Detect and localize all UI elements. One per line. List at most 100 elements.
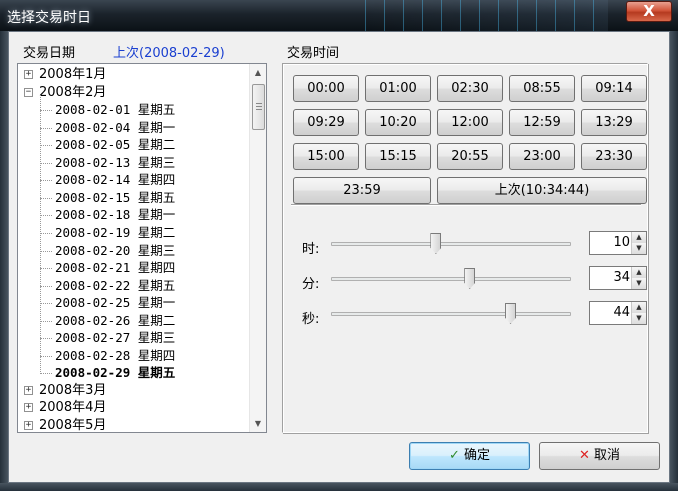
spinner-value[interactable]: 44 [613,305,630,320]
slider-thumb[interactable] [464,268,476,289]
ok-button[interactable]: ✓ 确定 [409,442,530,470]
expander-icon[interactable]: + [24,70,33,79]
tree-connector [40,127,52,129]
expander-icon[interactable]: + [24,385,33,395]
time-preset-button[interactable]: 08:55 [509,75,575,102]
last-time-button[interactable]: 上次(10:34:44) [437,177,647,204]
tree-day-node[interactable]: 2008-02-20 星期三 [18,242,250,260]
expander-icon[interactable]: + [24,421,33,430]
time-preset-button[interactable]: 23:59 [293,177,431,204]
tree-connector [40,285,52,287]
tree-day-node[interactable]: 2008-02-15 星期五 [18,189,250,207]
tree-month-label: 2008年3月 [39,382,107,398]
spinner-value[interactable]: 10 [613,235,630,250]
tree-day-label: 2008-02-21 星期四 [55,260,176,276]
time-preset-button[interactable]: 12:00 [437,109,503,136]
value-spinner[interactable]: 34 ▲ ▼ [589,266,647,290]
expander-icon[interactable]: − [24,87,33,97]
value-spinner[interactable]: 10 ▲ ▼ [589,231,647,255]
cancel-button[interactable]: ✕ 取消 [539,442,660,470]
tree-day-node[interactable]: 2008-02-26 星期二 [18,312,250,330]
tree-month-label: 2008年4月 [39,400,107,416]
background-chart-graphic [358,0,608,31]
time-preset-button[interactable]: 00:00 [293,75,359,102]
time-preset-button[interactable]: 12:59 [509,109,575,136]
tree-day-node[interactable]: 2008-02-01 星期五 [18,101,250,119]
tree-day-label: 2008-02-27 星期三 [55,330,176,346]
tree-day-node[interactable]: 2008-02-28 星期四 [18,347,250,365]
tree-month-label: 2008年5月 [39,418,107,433]
scroll-up-icon[interactable]: ▲ [250,64,266,81]
tree-day-node[interactable]: 2008-02-25 星期一 [18,294,250,312]
spin-up-icon[interactable]: ▲ [632,232,646,243]
trade-time-label: 交易时间 [287,46,340,61]
window-title: 选择交易时日 [7,10,91,26]
time-preset-button[interactable]: 10:20 [365,109,431,136]
time-preset-button[interactable]: 20:55 [437,143,503,170]
time-preset-button[interactable]: 15:00 [293,143,359,170]
tree-connector [40,232,52,234]
tree-day-node[interactable]: 2008-02-29 星期五 [18,364,250,382]
tree-connector [40,180,52,182]
tree-day-node[interactable]: 2008-02-04 星期一 [18,119,250,137]
tree-day-label: 2008-02-29 星期五 [55,365,176,381]
spin-up-icon[interactable]: ▲ [632,267,646,278]
spin-up-icon[interactable]: ▲ [632,302,646,313]
tree-month-node[interactable]: +2008年5月 [18,417,250,433]
window-frame-left [0,31,8,491]
spin-down-icon[interactable]: ▼ [632,313,646,324]
time-preset-button[interactable]: 13:29 [581,109,647,136]
tree-month-node[interactable]: +2008年1月 [18,66,250,84]
time-preset-button[interactable]: 02:30 [437,75,503,102]
time-preset-button[interactable]: 09:14 [581,75,647,102]
tree-connector [40,373,52,375]
slider-thumb[interactable] [430,233,442,254]
time-preset-button[interactable]: 23:30 [581,143,647,170]
panel-separator [291,204,641,206]
slider-track[interactable] [331,312,571,316]
time-panel: 00:00 01:00 02:30 08:55 09:14 09:29 10:20 12:00… [282,63,648,433]
tree-day-label: 2008-02-04 星期一 [55,119,176,135]
tree-connector [40,320,52,322]
time-preset-button[interactable]: 15:15 [365,143,431,170]
tree-day-node[interactable]: 2008-02-14 星期四 [18,171,250,189]
tree-day-label: 2008-02-15 星期五 [55,189,176,205]
spinner-arrows[interactable]: ▲ ▼ [631,302,646,324]
tree-day-node[interactable]: 2008-02-19 星期二 [18,224,250,242]
tree-day-node[interactable]: 2008-02-05 星期二 [18,136,250,154]
tree-day-node[interactable]: 2008-02-27 星期三 [18,329,250,347]
tree-day-node[interactable]: 2008-02-22 星期五 [18,277,250,295]
slider-thumb[interactable] [505,303,517,324]
slider-track[interactable] [331,277,571,281]
time-preset-button[interactable]: 23:00 [509,143,575,170]
tree-day-node[interactable]: 2008-02-18 星期一 [18,206,250,224]
spin-down-icon[interactable]: ▼ [632,243,646,254]
last-date-link[interactable]: 上次(2008-02-29) [113,42,225,61]
tree-month-node[interactable]: +2008年4月 [18,399,250,417]
spin-down-icon[interactable]: ▼ [632,278,646,289]
value-spinner[interactable]: 44 ▲ ▼ [589,301,647,325]
spinner-arrows[interactable]: ▲ ▼ [631,232,646,254]
spinner-arrows[interactable]: ▲ ▼ [631,267,646,289]
tree-day-label: 2008-02-22 星期五 [55,277,176,293]
tree-scrollbar[interactable]: ▲ ▼ [249,64,266,432]
slider-label: 分: [302,277,320,292]
tree-month-node-open[interactable]: −2008年2月 [18,84,250,102]
tree-day-label: 2008-02-18 星期一 [55,207,176,223]
spinner-value[interactable]: 34 [613,270,630,285]
tree-day-node[interactable]: 2008-02-21 星期四 [18,259,250,277]
expander-icon[interactable]: + [24,403,33,413]
scroll-down-icon[interactable]: ▼ [250,415,266,432]
window-frame-right [670,31,678,491]
tree-day-node[interactable]: 2008-02-13 星期三 [18,154,250,172]
tree-month-node[interactable]: +2008年3月 [18,382,250,400]
time-preset-button[interactable]: 01:00 [365,75,431,102]
tree-connector [40,250,52,252]
slider-track[interactable] [331,242,571,246]
tree-connector-vertical [40,95,41,374]
date-tree[interactable]: +2008年1月 −2008年2月 2008-02-01 星期五 2008-02-04… [17,63,267,433]
tree-day-label: 2008-02-19 星期二 [55,224,176,240]
scroll-thumb[interactable] [252,84,265,130]
time-preset-button[interactable]: 09:29 [293,109,359,136]
close-button[interactable]: X [626,1,672,22]
